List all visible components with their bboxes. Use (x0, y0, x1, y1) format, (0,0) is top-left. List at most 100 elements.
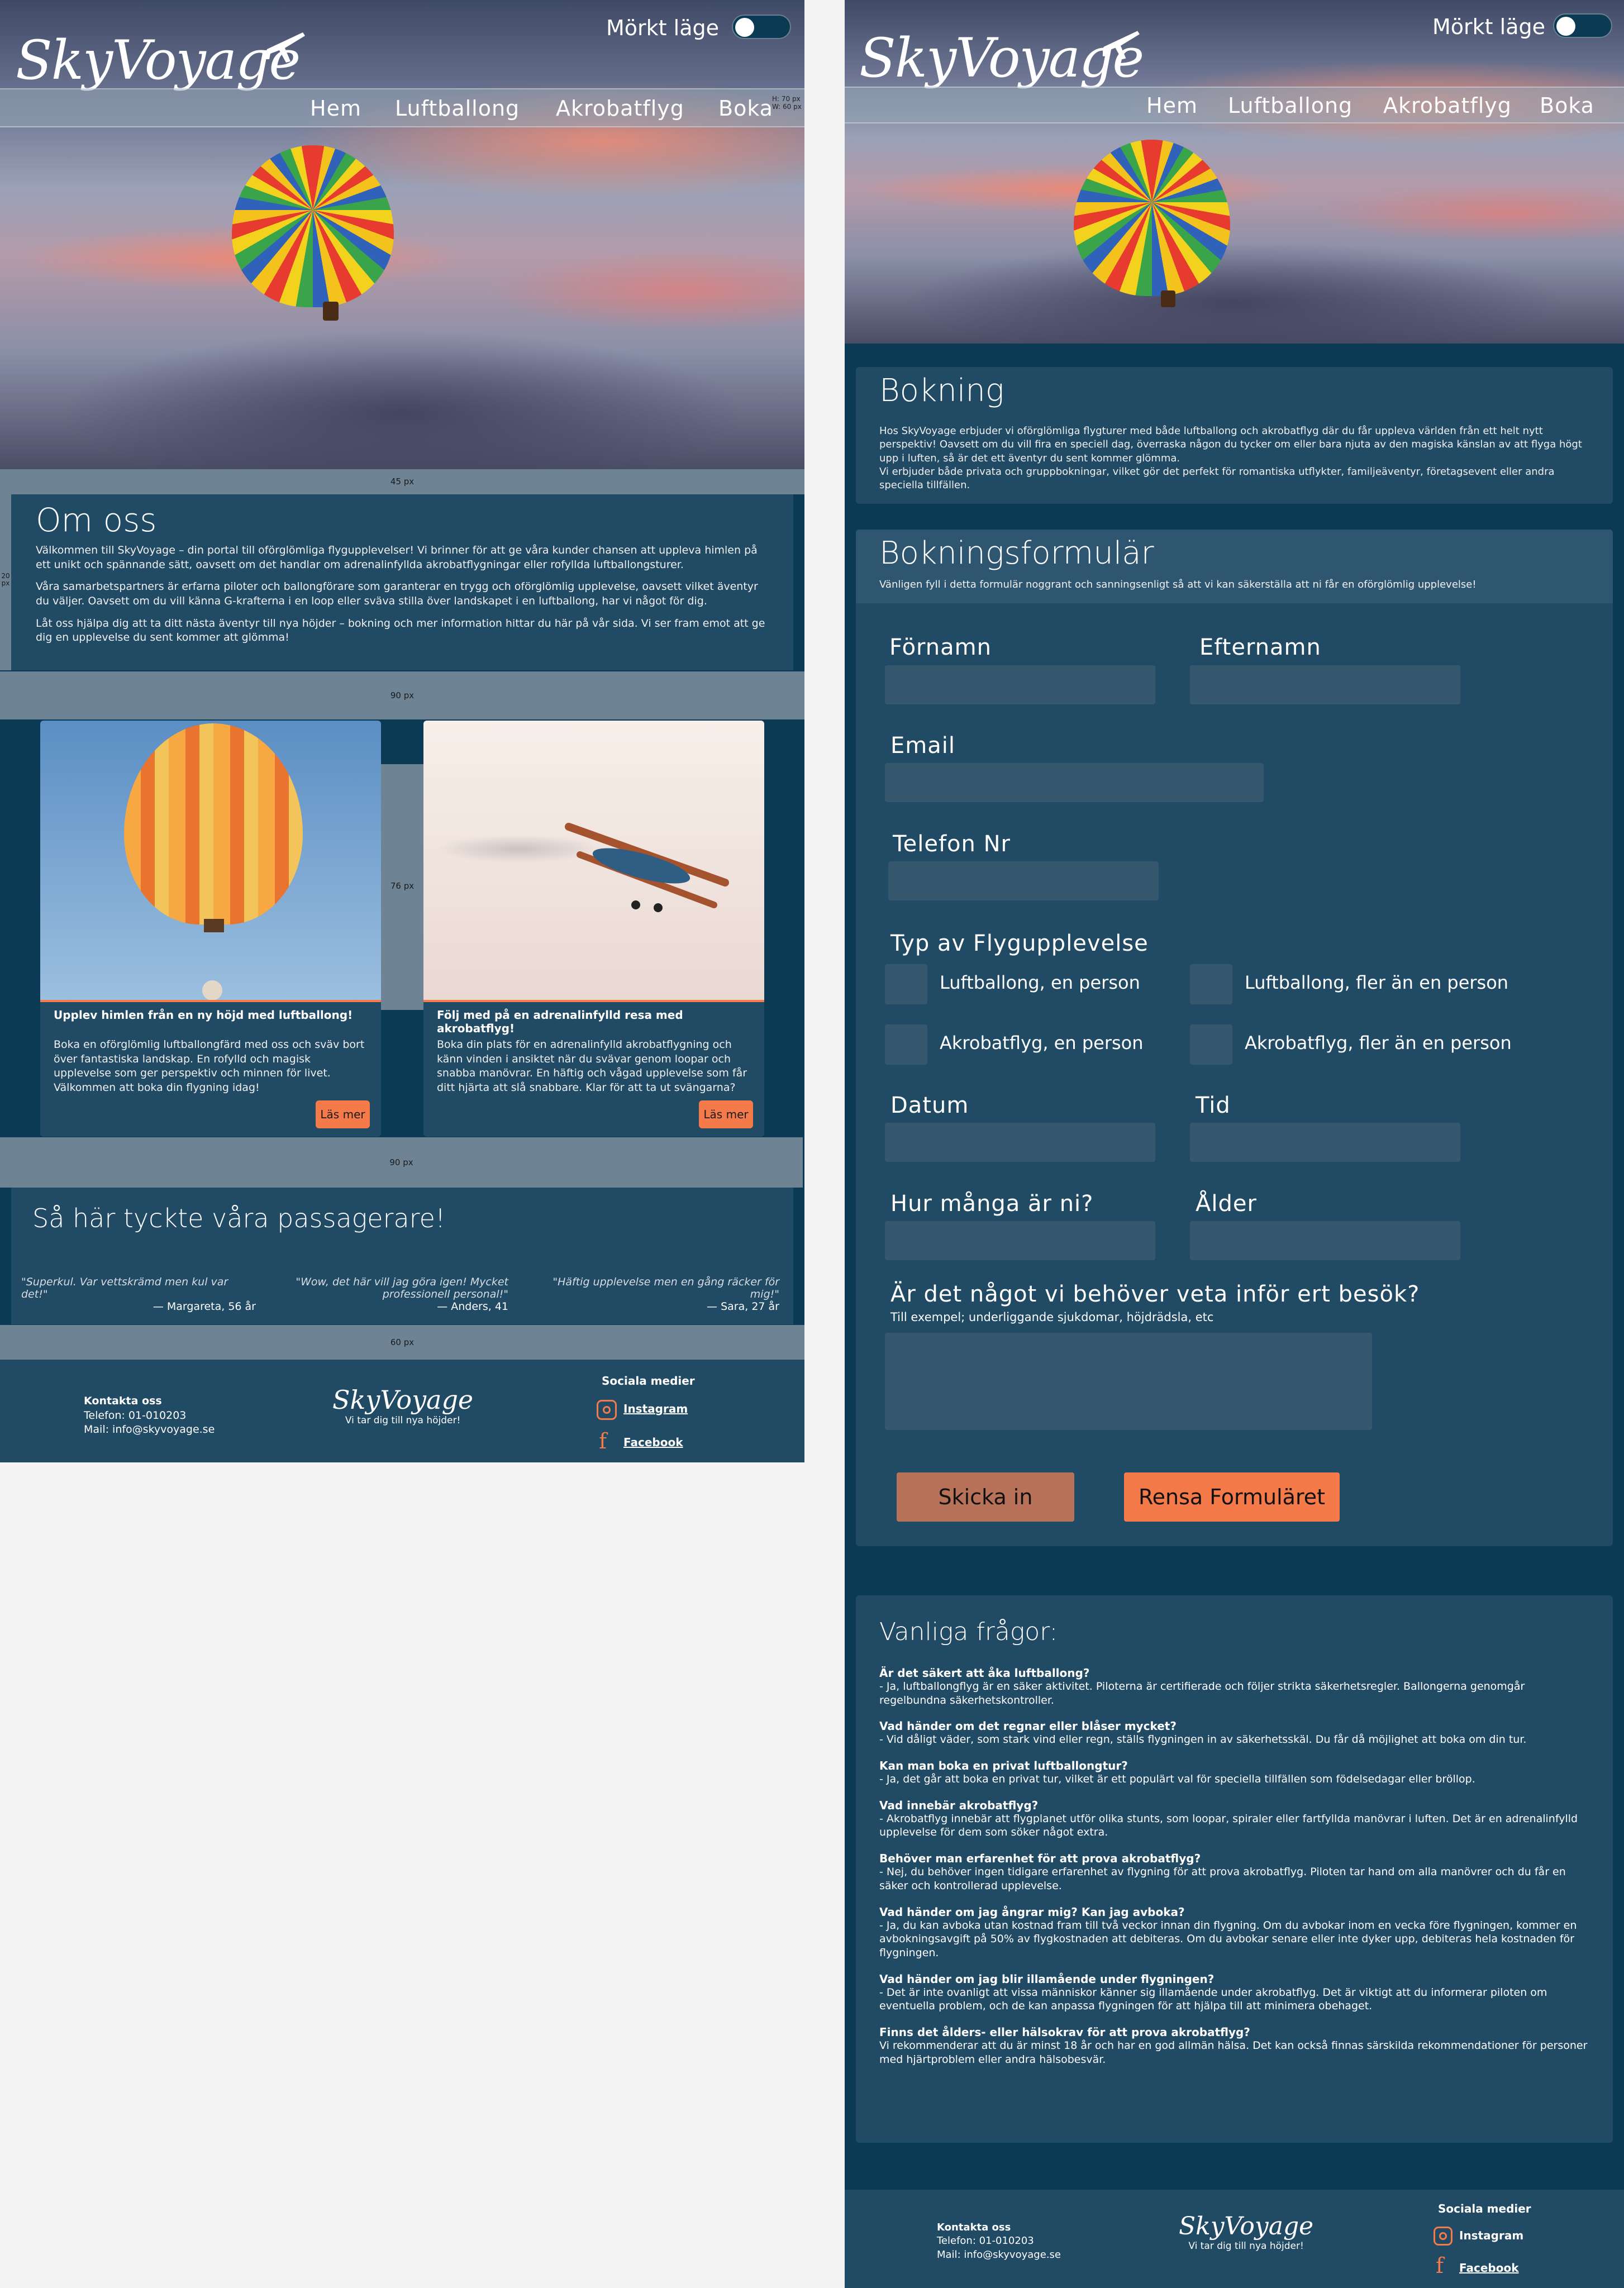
booking-paragraph-1: Hos SkyVoyage erbjuder vi oförglömliga f… (879, 425, 1582, 464)
notes-hint: Till exempel; underliggande sjukdomar, h… (890, 1310, 1214, 1324)
spacing-bar-60: 60 px (0, 1325, 804, 1360)
dark-mode-label: Mörkt läge (1432, 15, 1545, 39)
notes-label: Är det något vi behöver veta inför ert b… (890, 1281, 1420, 1307)
main-nav: Hem Luftballong Akrobatflyg Boka H: 70 p… (0, 88, 804, 127)
plane-icon (266, 32, 305, 63)
time-input[interactable] (1190, 1123, 1460, 1162)
balloon-card: Upplev himlen från en ny höjd med luftba… (40, 721, 381, 1137)
firstname-input[interactable] (885, 665, 1155, 704)
booking-form: Bokningsformulär Vänligen fyll i detta f… (856, 530, 1613, 1546)
spacing-bar-76: 76 px (381, 764, 423, 1010)
nav-aerobatics[interactable]: Akrobatflyg (1383, 93, 1512, 118)
aerobatics-card-text: Boka din plats för en adrenalinfylld akr… (437, 1038, 747, 1094)
footer-contact: Kontakta oss Telefon: 01-010203 Mail: in… (84, 1395, 215, 1436)
form-header: Bokningsformulär Vänligen fyll i detta f… (856, 530, 1613, 603)
nav-dimension-note: H: 70 px W: 60 px (772, 95, 802, 111)
footer-brand: SkyVoyage Vi tar dig till nya höjder! (332, 1385, 474, 1426)
notes-textarea[interactable] (885, 1333, 1372, 1430)
age-input[interactable] (1190, 1221, 1460, 1260)
spacing-bar-90-2: 90 px (0, 1137, 803, 1188)
dark-mode-label: Mörkt läge (606, 16, 719, 40)
form-subtitle: Vänligen fyll i detta formulär noggrant … (879, 579, 1477, 590)
nav-home[interactable]: Hem (310, 96, 361, 121)
option-aerobatic-single-checkbox[interactable] (885, 1024, 927, 1065)
booking-title: Bokning (879, 373, 1004, 409)
lastname-input[interactable] (1190, 665, 1460, 704)
flight-type-label: Typ av Flygupplevelse (890, 931, 1149, 956)
faq-item: Vad händer om det regnar eller blåser my… (879, 1719, 1527, 1746)
time-label: Tid (1196, 1093, 1231, 1118)
dark-mode-toggle[interactable] (732, 15, 791, 39)
option-aerobatic-group-checkbox[interactable] (1190, 1024, 1232, 1065)
instagram-link[interactable]: Instagram (623, 1402, 688, 1415)
nav-home[interactable]: Hem (1146, 93, 1198, 118)
option-aerobatic-single-label: Akrobatflyg, en person (940, 1032, 1144, 1054)
hot-air-balloon-image (1074, 140, 1230, 296)
footer-contact: Kontakta oss Telefon: 01-010203 Mail: in… (937, 2222, 1061, 2261)
nav-book[interactable]: Boka (718, 96, 773, 121)
phone-input[interactable] (888, 861, 1159, 900)
footer: Kontakta oss Telefon: 01-010203 Mail: in… (845, 2190, 1624, 2288)
nav-balloon[interactable]: Luftballong (1228, 93, 1352, 118)
faq-item: Är det säkert att åka luftballong? - Ja, … (879, 1666, 1525, 1707)
instagram-icon (1433, 2227, 1452, 2246)
main-nav: Hem Luftballong Akrobatflyg Boka (845, 87, 1624, 123)
dark-mode-toggle[interactable] (1553, 13, 1612, 38)
footer-brand: SkyVoyage Vi tar dig till nya höjder! (1179, 2212, 1314, 2252)
date-label: Datum (890, 1093, 969, 1118)
option-balloon-single-checkbox[interactable] (885, 964, 927, 1004)
faq-item: Kan man boka en privat luftballongtur? - … (879, 1759, 1475, 1786)
aerobatics-card-title: Följ med på en adrenalinfylld resa med a… (437, 1008, 683, 1035)
faq-item: Vad händer om jag ångrar mig? Kan jag av… (879, 1905, 1577, 1959)
review-3: "Häftig upplevelse men en gång räcker fö… (553, 1276, 779, 1313)
facebook-link[interactable]: Facebook (623, 1436, 683, 1449)
plane-icon (1102, 31, 1140, 60)
instagram-icon (597, 1400, 617, 1420)
faq-item: Vad innebär akrobatflyg? - Akrobatflyg in… (879, 1798, 1578, 1839)
balloon-card-image (40, 721, 381, 1000)
form-title: Bokningsformulär (879, 535, 1154, 571)
email-input[interactable] (885, 763, 1264, 802)
balloon-read-more-button[interactable]: Läs mer (316, 1100, 370, 1128)
facebook-link[interactable]: Facebook (1459, 2261, 1519, 2275)
aerobatics-read-more-button[interactable]: Läs mer (699, 1100, 753, 1128)
count-input[interactable] (885, 1221, 1155, 1260)
about-paragraph-2: Våra samarbetspartners är erfarna pilote… (36, 580, 758, 607)
option-balloon-group-checkbox[interactable] (1190, 964, 1232, 1004)
review-1: "Superkul. Var vettskrämd men kul var de… (21, 1276, 256, 1313)
footer-social-title: Sociala medier (602, 1374, 695, 1388)
balloon-basket (323, 302, 339, 321)
spacing-bar-90: 90 px (0, 671, 804, 719)
option-aerobatic-group-label: Akrobatflyg, fler än en person (1245, 1032, 1512, 1054)
submit-button[interactable]: Skicka in (897, 1472, 1074, 1522)
instagram-link[interactable]: Instagram (1459, 2229, 1523, 2242)
reviews-section: Så här tyckte våra passagerare! "Superku… (11, 1188, 793, 1324)
faq-item: Behöver man erfarenhet för att prova akr… (879, 1852, 1566, 1892)
nav-book[interactable]: Boka (1540, 93, 1594, 118)
date-input[interactable] (885, 1123, 1155, 1162)
faq-item: Vad händer om jag blir illamående under … (879, 1972, 1547, 2013)
lastname-label: Efternamn (1199, 635, 1321, 660)
option-balloon-group-label: Luftballong, fler än en person (1245, 972, 1509, 993)
about-paragraph-1: Välkommen till SkyVoyage – din portal ti… (36, 544, 758, 571)
aerobatics-card: Följ med på en adrenalinfylld resa med a… (423, 721, 764, 1137)
spacing-bar-20: 20 px (0, 494, 11, 670)
nav-aerobatics[interactable]: Akrobatflyg (556, 96, 684, 121)
logo[interactable]: SkyVoyage (16, 34, 301, 87)
home-page: SkyVoyage Mörkt läge Hem Luftballong Akr… (0, 0, 804, 1462)
nav-balloon[interactable]: Luftballong (395, 96, 520, 121)
reset-button[interactable]: Rensa Formuläret (1124, 1472, 1340, 1522)
booking-intro-section: Bokning Hos SkyVoyage erbjuder vi oförgl… (856, 367, 1613, 504)
aerobatics-card-image (423, 721, 764, 1000)
about-paragraph-3: Låt oss hjälpa dig att ta ditt nästa äve… (36, 617, 765, 644)
firstname-label: Förnamn (889, 635, 992, 660)
hot-air-balloon-image (232, 145, 394, 307)
email-label: Email (890, 733, 955, 759)
balloon-basket (1161, 290, 1175, 307)
option-balloon-single-label: Luftballong, en person (940, 972, 1140, 993)
spacing-bar-45: 45 px (0, 469, 804, 494)
phone-label: Telefon Nr (893, 831, 1011, 857)
faq-item: Finns det ålders- eller hälsokrav för at… (879, 2025, 1588, 2066)
faq-title: Vanliga frågor: (879, 1618, 1058, 1646)
reviews-title: Så här tyckte våra passagerare! (32, 1203, 446, 1233)
